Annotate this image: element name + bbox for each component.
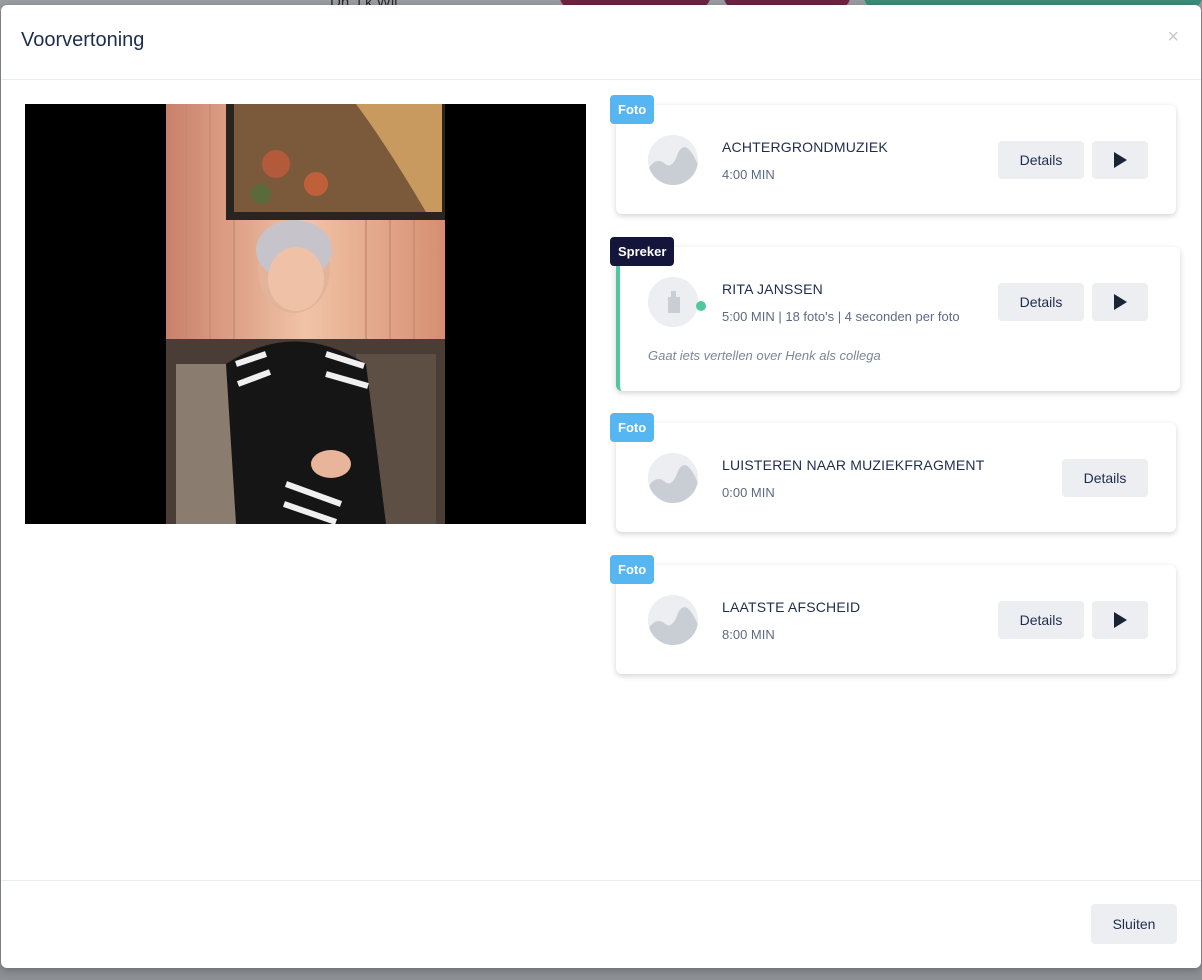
item-title: ACHTERGRONDMUZIEK [722, 139, 888, 155]
image-placeholder-icon [648, 453, 698, 503]
program-item-card: Foto LUISTEREN NAAR MUZIEKFRAGMENT 0:00 … [610, 413, 1176, 532]
play-button[interactable] [1092, 601, 1148, 639]
item-title: RITA JANSSEN [722, 281, 823, 297]
program-item-card-active: Spreker RITA JANSSEN 5:00 MIN | 18 foto'… [610, 237, 1180, 391]
preview-photo [166, 104, 445, 524]
modal-footer: Sluiten [1, 880, 1201, 969]
details-button[interactable]: Details [998, 601, 1084, 639]
item-duration: 5:00 MIN | 18 foto's | 4 seconden per fo… [722, 309, 960, 324]
program-item-card: Foto LAATSTE AFSCHEID 8:00 MIN Details [610, 555, 1176, 674]
play-button[interactable] [1092, 141, 1148, 179]
details-button[interactable]: Details [998, 141, 1084, 179]
play-icon [1113, 294, 1127, 310]
modal-title: Voorvertoning [21, 29, 145, 51]
type-tag: Spreker [610, 237, 675, 266]
play-icon [1113, 152, 1127, 168]
close-button[interactable]: Sluiten [1091, 904, 1177, 944]
details-button[interactable]: Details [998, 283, 1084, 321]
details-button[interactable]: Details [1062, 459, 1148, 497]
item-title: LAATSTE AFSCHEID [722, 599, 861, 615]
item-duration: 0:00 MIN [722, 485, 775, 500]
modal-header: Voorvertoning × [1, 5, 1201, 80]
type-tag: Foto [610, 95, 655, 124]
close-icon[interactable]: × [1167, 27, 1179, 47]
speaker-lectern-icon [648, 277, 698, 327]
item-duration: 4:00 MIN [722, 167, 775, 182]
type-tag: Foto [610, 413, 655, 442]
program-item-card: Foto ACHTERGRONDMUZIEK 4:00 MIN Details [610, 95, 1176, 214]
item-duration: 8:00 MIN [722, 627, 775, 642]
item-note: Gaat iets vertellen over Henk als colleg… [648, 348, 881, 363]
image-placeholder-icon [648, 595, 698, 645]
image-placeholder-icon [648, 135, 698, 185]
play-icon [1113, 612, 1127, 628]
status-dot [696, 301, 706, 311]
play-button[interactable] [1092, 283, 1148, 321]
preview-modal: Voorvertoning × Foto ACHTERGRONDMUZIEK 4… [1, 5, 1201, 968]
type-tag: Foto [610, 555, 655, 584]
item-title: LUISTEREN NAAR MUZIEKFRAGMENT [722, 457, 985, 473]
preview-player[interactable] [25, 104, 586, 524]
